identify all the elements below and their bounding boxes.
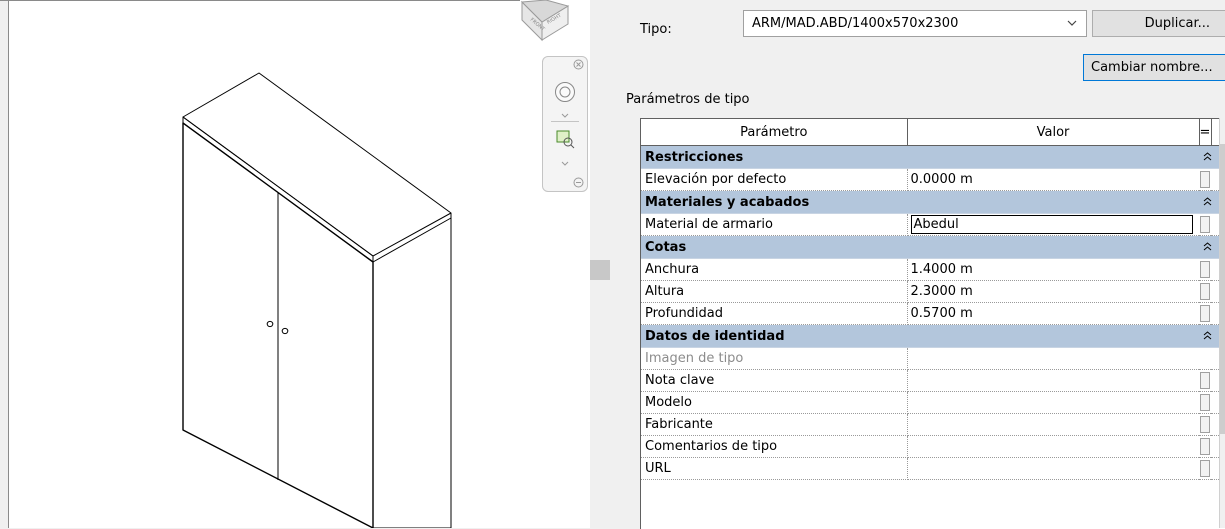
parameter-name: URL — [641, 457, 908, 480]
formula-button[interactable] — [1200, 394, 1210, 411]
group-name: Restricciones — [641, 145, 1199, 169]
zoom-region-icon[interactable] — [555, 129, 575, 153]
parameter-value[interactable] — [907, 347, 1199, 370]
parameter-name: Fabricante — [641, 413, 908, 436]
duplicate-button[interactable]: Duplicar... — [1092, 10, 1225, 37]
parameter-name: Modelo — [641, 391, 908, 414]
group-name: Cotas — [641, 235, 1199, 259]
group-header-row[interactable]: Datos de identidad — [641, 324, 1225, 348]
formula-cell[interactable] — [1199, 280, 1211, 303]
table-row[interactable]: URL — [641, 457, 1225, 480]
parameter-value[interactable] — [907, 457, 1199, 480]
parameter-value[interactable] — [907, 391, 1199, 414]
table-row[interactable]: Profundidad 0.5700 m — [641, 302, 1225, 325]
chevron-down-icon — [1066, 11, 1078, 36]
table-row[interactable]: Elevación por defecto 0.0000 m — [641, 168, 1225, 191]
collapse-navbar-icon[interactable] — [573, 177, 584, 192]
parameter-value[interactable]: 0.5700 m — [907, 302, 1199, 325]
formula-button[interactable] — [1200, 171, 1210, 188]
formula-cell[interactable] — [1199, 435, 1211, 458]
table-row[interactable]: Altura 2.3000 m — [641, 280, 1225, 303]
type-params-caption: Parámetros de tipo — [626, 92, 750, 107]
preview-viewport[interactable]: FRONT RIGHT — [0, 0, 590, 528]
table-row[interactable]: Nota clave — [641, 369, 1225, 392]
formula-button[interactable] — [1200, 416, 1210, 433]
type-properties-panel: Tipo: ARM/MAD.ABD/1400x570x2300 Duplicar… — [612, 0, 1225, 529]
formula-cell[interactable] — [1199, 347, 1211, 370]
type-dropdown[interactable]: ARM/MAD.ABD/1400x570x2300 — [743, 10, 1087, 37]
table-row[interactable]: Anchura 1.4000 m — [641, 258, 1225, 281]
formula-cell[interactable] — [1199, 213, 1211, 236]
column-header-formula[interactable]: = — [1199, 119, 1212, 146]
formula-cell[interactable] — [1199, 168, 1211, 191]
formula-button[interactable] — [1200, 438, 1210, 455]
navigation-bar — [542, 56, 588, 192]
parameter-value[interactable] — [907, 435, 1199, 458]
formula-button[interactable] — [1200, 261, 1210, 278]
type-params-table: Parámetro Valor = Restricciones Elevación… — [640, 118, 1225, 529]
column-header-value[interactable]: Valor — [907, 119, 1200, 146]
cabinet-side-face — [372, 217, 452, 528]
formula-button[interactable] — [1200, 372, 1210, 389]
parameter-value[interactable]: 1.4000 m — [907, 258, 1199, 281]
parameter-name: Altura — [641, 280, 908, 303]
cabinet-3d-model — [182, 72, 452, 528]
parameter-name: Comentarios de tipo — [641, 435, 908, 458]
formula-cell[interactable] — [1199, 258, 1211, 281]
formula-button[interactable] — [1200, 283, 1210, 300]
formula-cell[interactable] — [1199, 369, 1211, 392]
material-value-field[interactable]: Abedul — [910, 215, 1193, 234]
table-header-row: Parámetro Valor = — [641, 119, 1225, 146]
table-row[interactable]: Comentarios de tipo — [641, 435, 1225, 458]
table-row[interactable]: Material de armario Abedul — [641, 213, 1225, 236]
close-icon[interactable] — [573, 59, 584, 74]
group-header-row[interactable]: Restricciones — [641, 145, 1225, 169]
parameter-value[interactable]: Abedul — [907, 213, 1199, 236]
group-header-row[interactable]: Cotas — [641, 235, 1225, 259]
parameter-value[interactable] — [907, 413, 1199, 436]
group-name: Datos de identidad — [641, 324, 1199, 348]
table-row[interactable]: Imagen de tipo — [641, 347, 1225, 370]
table-row[interactable]: Modelo — [641, 391, 1225, 414]
group-header-row[interactable]: Materiales y acabados — [641, 190, 1225, 214]
parameter-name: Imagen de tipo — [641, 347, 908, 370]
parameter-name: Elevación por defecto — [641, 168, 908, 191]
formula-cell[interactable] — [1199, 413, 1211, 436]
formula-cell[interactable] — [1199, 302, 1211, 325]
parameter-value[interactable] — [907, 369, 1199, 392]
type-label: Tipo: — [640, 22, 672, 37]
formula-button[interactable] — [1200, 460, 1210, 477]
parameter-name: Profundidad — [641, 302, 908, 325]
parameter-name: Anchura — [641, 258, 908, 281]
type-dropdown-value: ARM/MAD.ABD/1400x570x2300 — [752, 16, 959, 31]
parameter-name: Nota clave — [641, 369, 908, 392]
column-header-parameter[interactable]: Parámetro — [641, 119, 908, 146]
steering-wheel-icon[interactable] — [554, 81, 576, 107]
parameter-value[interactable]: 0.0000 m — [907, 168, 1199, 191]
rename-button[interactable]: Cambiar nombre... — [1083, 54, 1225, 81]
formula-cell[interactable] — [1199, 457, 1211, 480]
viewport-border — [0, 0, 520, 1]
cabinet-top-face — [182, 72, 452, 257]
chevron-down-icon[interactable] — [560, 157, 570, 172]
viewcube-icon[interactable]: FRONT RIGHT — [518, 0, 572, 42]
scrollbar-thumb[interactable] — [1220, 144, 1225, 434]
table-body: Restricciones Elevación por defecto 0.0000… — [641, 145, 1225, 480]
table-row[interactable]: Fabricante — [641, 413, 1225, 436]
navbar-divider — [551, 121, 579, 122]
splitter-grip[interactable] — [590, 260, 610, 280]
parameter-value[interactable]: 2.3000 m — [907, 280, 1199, 303]
formula-button[interactable] — [1200, 216, 1210, 233]
formula-button[interactable] — [1200, 305, 1210, 322]
formula-cell[interactable] — [1199, 391, 1211, 414]
parameter-name: Material de armario — [641, 213, 908, 236]
preview-canvas[interactable] — [8, 0, 590, 528]
group-name: Materiales y acabados — [641, 190, 1199, 214]
